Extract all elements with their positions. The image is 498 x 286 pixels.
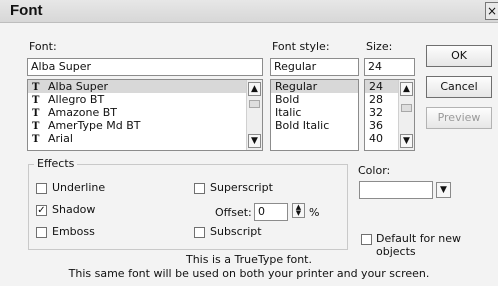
scroll-thumb[interactable] xyxy=(401,104,412,112)
font-dialog: Font × Font: Alba Super T Alba Super T All… xyxy=(0,0,498,286)
offset-input[interactable]: 0 xyxy=(254,203,288,221)
emboss-checkbox[interactable] xyxy=(36,227,47,238)
font-info-line1: This is a TrueType font. xyxy=(185,253,312,266)
font-scrollbar[interactable]: ▲ ▼ xyxy=(246,80,262,150)
offset-spinner[interactable]: ▲ ▼ xyxy=(292,203,305,218)
list-item[interactable]: Bold Italic xyxy=(271,119,358,132)
cancel-button[interactable]: Cancel xyxy=(426,76,492,98)
effects-label: Effects xyxy=(34,157,78,170)
chevron-up-icon[interactable]: ▲ xyxy=(248,82,261,96)
font-label: Font: xyxy=(29,40,57,53)
font-info-line2: This same font will be used on both your… xyxy=(68,267,430,280)
size-input[interactable]: 24 xyxy=(364,58,415,76)
font-style-input[interactable]: Regular xyxy=(270,58,359,76)
preview-button[interactable]: Preview xyxy=(426,107,492,129)
chevron-down-icon[interactable]: ▼ xyxy=(248,134,261,148)
subscript-checkbox[interactable] xyxy=(194,227,205,238)
emboss-label: Emboss xyxy=(52,225,95,238)
offset-label: Offset: xyxy=(215,206,252,219)
font-style-label: Font style: xyxy=(272,40,330,53)
dialog-title: Font xyxy=(10,2,43,19)
size-label: Size: xyxy=(366,40,393,53)
list-item[interactable]: T Amazone BT xyxy=(28,106,262,119)
ok-button[interactable]: OK xyxy=(426,45,492,67)
list-item[interactable]: T AmerType Md BT xyxy=(28,119,262,132)
superscript-checkbox[interactable] xyxy=(194,183,205,194)
underline-checkbox[interactable] xyxy=(36,183,47,194)
shadow-label: Shadow xyxy=(52,203,96,216)
close-icon[interactable]: × xyxy=(485,2,498,20)
list-item[interactable]: Regular xyxy=(271,80,358,93)
offset-unit: % xyxy=(309,206,320,219)
subscript-label: Subscript xyxy=(210,225,262,238)
list-item[interactable]: T Alba Super xyxy=(28,80,262,93)
list-item[interactable]: T Arial xyxy=(28,132,262,145)
chevron-up-icon[interactable]: ▲ xyxy=(400,82,413,96)
color-select[interactable] xyxy=(359,181,433,199)
title-bar: Font × xyxy=(0,0,498,23)
color-label: Color: xyxy=(358,164,391,177)
font-list[interactable]: T Alba Super T Allegro BT T Amazone BT T Ame… xyxy=(27,79,263,151)
truetype-icon: T xyxy=(32,134,40,145)
chevron-down-icon[interactable]: ▼ xyxy=(400,134,413,148)
list-item[interactable]: Italic xyxy=(271,106,358,119)
shadow-checkbox[interactable]: ✓ xyxy=(36,205,47,216)
list-item[interactable]: T Allegro BT xyxy=(28,93,262,106)
size-list[interactable]: 24 28 32 36 40 ▲ ▼ xyxy=(364,79,415,151)
size-scrollbar[interactable]: ▲ ▼ xyxy=(398,80,414,150)
font-style-list[interactable]: Regular Bold Italic Bold Italic xyxy=(270,79,359,151)
chevron-down-icon[interactable]: ▼ xyxy=(436,182,451,198)
superscript-label: Superscript xyxy=(210,181,273,194)
list-item[interactable]: Bold xyxy=(271,93,358,106)
underline-label: Underline xyxy=(52,181,106,194)
scroll-thumb[interactable] xyxy=(249,100,260,108)
font-input[interactable]: Alba Super xyxy=(27,58,263,76)
default-checkbox[interactable] xyxy=(361,234,372,245)
